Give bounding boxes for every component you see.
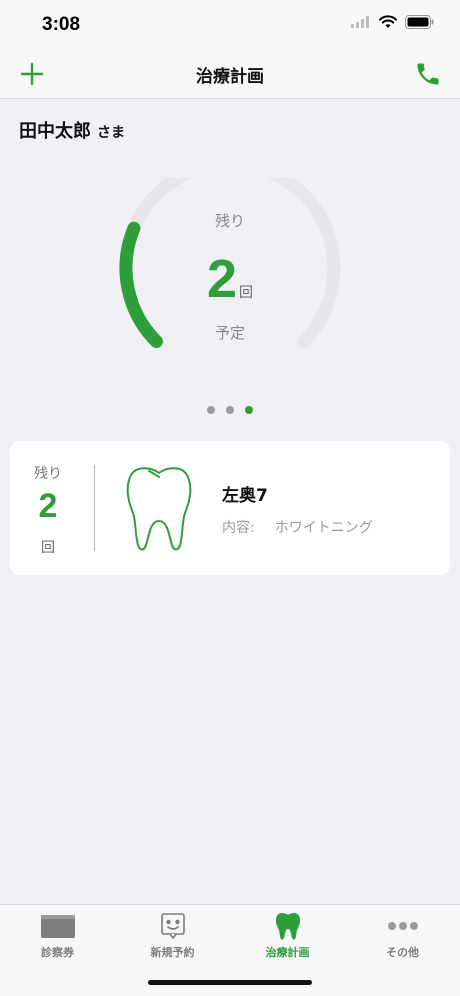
- tab-treatment-plan[interactable]: 治療計画: [230, 905, 345, 975]
- card-divider: [94, 465, 95, 551]
- card-remaining-label: 残り: [34, 466, 62, 482]
- home-indicator: [148, 980, 312, 985]
- signal-icon: [351, 16, 369, 28]
- patient-heading: 田中太郎 さま: [19, 117, 125, 143]
- gauge-remaining-count: 2: [206, 249, 238, 309]
- patient-honorific: さま: [97, 125, 125, 141]
- card-content-value: ホワイトニング: [274, 520, 373, 536]
- card-tooth-position: 左奥7: [222, 486, 268, 506]
- gauge-scheduled-label: 予定: [214, 324, 245, 342]
- phone-icon: [417, 63, 439, 85]
- tab-new-booking[interactable]: 新規予約: [115, 905, 230, 975]
- calendar-face-icon: [161, 913, 185, 939]
- patient-name: 田中太郎: [19, 121, 91, 142]
- card-remaining-count: 2: [38, 487, 58, 525]
- tooth-icon: [275, 912, 301, 940]
- nav-bar: 治療計画: [0, 50, 460, 99]
- card-icon: [41, 915, 75, 938]
- card-remaining-unit: 回: [41, 540, 55, 556]
- card-content-label: 内容:: [222, 520, 255, 536]
- status-icons: [351, 15, 434, 29]
- page-dot[interactable]: [207, 406, 215, 414]
- page-title: 治療計画: [196, 67, 264, 87]
- card-remaining-column: 残り 2 回: [10, 441, 86, 575]
- page-dot[interactable]: [226, 406, 234, 414]
- more-dots-icon: [388, 922, 418, 930]
- call-button[interactable]: [414, 60, 442, 88]
- gauge-value-group: 2回: [0, 248, 460, 310]
- battery-icon: [405, 15, 434, 29]
- tab-patient-card[interactable]: 診察券: [0, 905, 115, 975]
- wifi-icon: [379, 15, 397, 28]
- gauge-unit: 回: [239, 285, 254, 301]
- tab-label: その他: [386, 946, 419, 959]
- status-bar: 3:08: [0, 0, 460, 50]
- card-content-row: 内容: ホワイトニング: [222, 517, 373, 537]
- tooth-icon: [126, 467, 192, 551]
- gauge-remaining-label: 残り: [214, 212, 245, 230]
- page-dot[interactable]: [245, 406, 253, 414]
- tab-label: 診察券: [41, 946, 74, 959]
- treatment-card[interactable]: 残り 2 回 左奥7 内容: ホワイトニング: [10, 441, 450, 575]
- status-time: 3:08: [42, 14, 81, 35]
- tab-label: 治療計画: [265, 946, 310, 959]
- tab-more[interactable]: その他: [345, 905, 460, 975]
- page-indicator[interactable]: [0, 406, 460, 414]
- tab-label: 新規予約: [150, 946, 195, 959]
